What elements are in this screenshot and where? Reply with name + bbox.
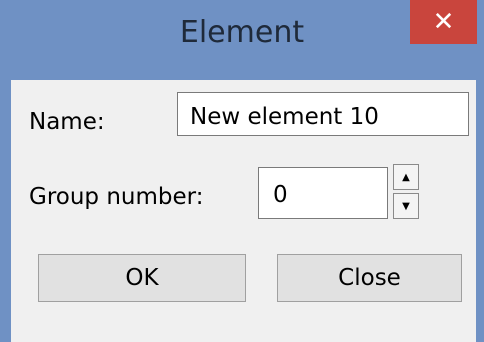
spin-up-button[interactable]: ▲ <box>393 164 419 190</box>
arrow-up-icon: ▲ <box>402 171 410 183</box>
group-number-spinner: ▲ ▼ <box>393 164 419 220</box>
ok-button[interactable]: OK <box>38 254 246 302</box>
title-bar[interactable]: Element ✕ <box>0 0 484 80</box>
spin-down-button[interactable]: ▼ <box>393 193 419 219</box>
window-close-button[interactable]: ✕ <box>410 0 477 44</box>
name-input[interactable] <box>177 92 469 136</box>
group-number-label: Group number: <box>29 184 204 210</box>
close-icon: ✕ <box>432 7 455 37</box>
element-dialog: Element ✕ Name: Group number: ▲ ▼ OK Clo… <box>0 0 484 342</box>
group-number-input[interactable] <box>258 167 388 219</box>
arrow-down-icon: ▼ <box>402 200 410 212</box>
dialog-body: Name: Group number: ▲ ▼ OK Close <box>11 80 476 342</box>
name-label: Name: <box>29 109 105 135</box>
close-button[interactable]: Close <box>277 254 462 302</box>
